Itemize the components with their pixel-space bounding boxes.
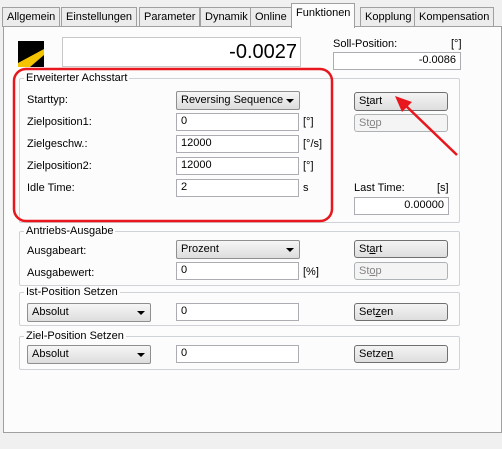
antrieb-start-button[interactable]: Start <box>354 240 448 258</box>
soll-position-unit: [°] <box>451 38 462 50</box>
antriebs-ausgabe-title: Antriebs-Ausgabe <box>24 225 116 237</box>
ausgabeart-selected: Prozent <box>181 243 219 255</box>
ist-position-mode-selected: Absolut <box>32 306 69 318</box>
achsstart-stop-button[interactable]: Stop <box>354 114 448 132</box>
starttyp-label: Starttyp: <box>27 94 68 106</box>
button-text: St <box>359 243 370 255</box>
tab-kopplung[interactable]: Kopplung <box>360 7 417 27</box>
ausgabeart-label: Ausgabeart: <box>27 245 87 257</box>
zielposition2-label: Zielposition2: <box>27 160 92 172</box>
tab-label: Allgemein <box>7 11 56 23</box>
zielposition2-unit: [°] <box>303 160 314 172</box>
ziel-position-setzen-button[interactable]: Setzen <box>354 345 448 363</box>
tab-label: Online <box>255 11 287 23</box>
antrieb-stop-button[interactable]: Stop <box>354 262 448 280</box>
tab-label: Funktionen <box>296 7 351 19</box>
starttyp-dropdown[interactable]: Reversing Sequence <box>176 91 300 110</box>
button-text: p <box>375 117 382 129</box>
ausgabeart-dropdown[interactable]: Prozent <box>176 240 300 259</box>
tab-dynamik[interactable]: Dynamik <box>200 7 253 27</box>
button-mnemonic: n <box>387 348 394 360</box>
ausgabewert-input[interactable]: 0 <box>176 262 299 280</box>
button-text: en <box>381 306 394 318</box>
zielgeschw-label: Zielgeschw.: <box>27 138 88 150</box>
tab-kompensation[interactable]: Kompensation <box>414 7 495 27</box>
tab-label: Kopplung <box>365 11 412 23</box>
ziel-position-input[interactable]: 0 <box>176 345 299 363</box>
chevron-down-icon <box>286 99 294 103</box>
chevron-down-icon <box>286 248 294 252</box>
zielposition1-input[interactable]: 0 <box>176 113 299 131</box>
ausgabewert-label: Ausgabewert: <box>27 267 95 279</box>
erweiterter-achsstart-title: Erweiterter Achsstart <box>24 72 130 84</box>
ziel-position-mode-selected: Absolut <box>32 348 69 360</box>
zielposition1-label: Zielposition1: <box>27 116 92 128</box>
tab-online[interactable]: Online <box>250 7 292 27</box>
zielgeschw-unit: [°/s] <box>303 138 323 150</box>
tab-einstellungen[interactable]: Einstellungen <box>61 7 138 27</box>
tab-bar: Allgemein Einstellungen Parameter Dynami… <box>0 0 502 28</box>
idle-time-label: Idle Time: <box>27 182 75 194</box>
last-time-label: Last Time: <box>354 182 405 194</box>
soll-position-label: Soll-Position: <box>333 38 398 50</box>
tab-allgemein[interactable]: Allgemein <box>2 7 61 27</box>
ziel-position-mode-dropdown[interactable]: Absolut <box>27 345 151 364</box>
button-text: St <box>359 265 370 277</box>
ist-position-setzen-button[interactable]: Setzen <box>354 303 448 321</box>
tab-funktionen[interactable]: Funktionen <box>291 3 356 28</box>
ist-position-mode-dropdown[interactable]: Absolut <box>27 303 151 322</box>
chevron-down-icon <box>137 353 145 357</box>
button-text: Set <box>359 306 376 318</box>
button-text: p <box>375 265 382 277</box>
tab-label: Dynamik <box>205 11 248 23</box>
button-text: Setze <box>359 348 388 360</box>
tab-label: Einstellungen <box>66 11 133 23</box>
axis-status-icon <box>18 41 44 67</box>
window-bottom-strip <box>0 433 502 449</box>
starttyp-selected: Reversing Sequence <box>181 94 284 106</box>
button-text: art <box>369 95 383 107</box>
button-text: St <box>359 117 370 129</box>
soll-position-field: -0.0086 <box>333 52 461 70</box>
last-time-field: 0.00000 <box>354 197 449 215</box>
last-time-unit: [s] <box>437 182 449 194</box>
chevron-down-icon <box>137 311 145 315</box>
zielposition2-input[interactable]: 12000 <box>176 157 299 175</box>
ist-position-input[interactable]: 0 <box>176 303 299 321</box>
achsstart-start-button[interactable]: Start <box>354 92 448 111</box>
actual-position-value: -0.0027 <box>229 41 297 63</box>
zielgeschw-input[interactable]: 12000 <box>176 135 299 153</box>
tab-label: Kompensation <box>419 11 490 23</box>
ist-position-setzen-title: Ist-Position Setzen <box>24 286 120 298</box>
ziel-position-setzen-title: Ziel-Position Setzen <box>24 330 126 342</box>
tab-label: Parameter <box>144 11 196 23</box>
zielposition1-unit: [°] <box>303 116 314 128</box>
idle-time-unit: s <box>303 182 309 194</box>
tab-parameter[interactable]: Parameter <box>139 7 201 27</box>
button-text: rt <box>375 243 383 255</box>
ausgabewert-unit: [%] <box>303 266 319 278</box>
idle-time-input[interactable]: 2 <box>176 179 299 197</box>
